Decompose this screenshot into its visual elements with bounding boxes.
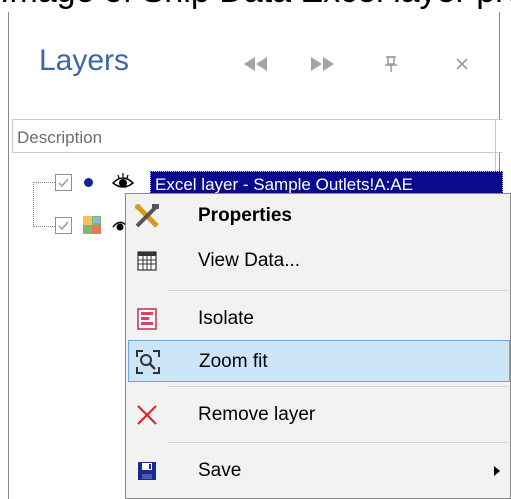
- fast-forward-button[interactable]: [307, 52, 337, 76]
- menu-item-zoom-fit[interactable]: Zoom fit: [128, 340, 510, 382]
- zoom-fit-icon: [135, 349, 161, 375]
- eye-icon[interactable]: [112, 216, 126, 236]
- description-column-label: Description: [17, 128, 103, 147]
- tree-connector: [33, 182, 55, 183]
- submenu-arrow-icon: [494, 466, 500, 476]
- menu-item-remove-layer[interactable]: Remove layer: [128, 394, 510, 436]
- layers-panel-header: Layers: [9, 12, 499, 112]
- layer-context-menu: Properties View Data... Isolate Zoom fit…: [125, 193, 511, 499]
- checkmark-icon: [58, 221, 69, 231]
- menu-item-view-data[interactable]: View Data...: [128, 240, 510, 282]
- rewind-icon: [244, 57, 267, 71]
- pin-button[interactable]: [379, 52, 403, 76]
- close-button[interactable]: [450, 52, 474, 76]
- isolate-icon: [134, 306, 160, 332]
- checkmark-icon: [58, 178, 69, 188]
- menu-separator: [168, 442, 508, 443]
- eye-icon[interactable]: [112, 172, 134, 192]
- map-layer-icon: [83, 216, 101, 234]
- menu-item-label: View Data...: [198, 250, 301, 271]
- close-icon: [456, 58, 468, 70]
- menu-item-label: Properties: [198, 205, 292, 226]
- clipped-caption-strip: Image of Ship Data Excel layer propertie…: [0, 0, 511, 12]
- description-column-header[interactable]: Description: [12, 119, 502, 153]
- menu-item-label: Zoom fit: [199, 351, 268, 372]
- table-icon: [134, 248, 160, 274]
- menu-item-properties[interactable]: Properties: [128, 195, 510, 237]
- menu-item-label: Save: [198, 460, 242, 481]
- pin-icon: [385, 56, 397, 72]
- menu-separator: [168, 386, 508, 387]
- layer-visibility-checkbox[interactable]: [55, 217, 72, 234]
- panel-title: Layers: [39, 44, 130, 77]
- clipped-caption-text: Image of Ship Data Excel layer propertie…: [0, 0, 511, 8]
- tools-icon: [134, 203, 160, 229]
- tree-connector: [33, 182, 34, 227]
- fast-forward-icon: [311, 57, 334, 71]
- layer-visibility-checkbox[interactable]: [55, 174, 72, 191]
- menu-item-label: Remove layer: [198, 404, 316, 425]
- rewind-button[interactable]: [241, 52, 271, 76]
- tree-connector: [33, 226, 55, 227]
- point-layer-icon: [84, 178, 93, 187]
- menu-item-save[interactable]: Save: [128, 450, 510, 492]
- menu-item-isolate[interactable]: Isolate: [128, 298, 510, 340]
- remove-icon: [134, 402, 160, 428]
- save-icon: [134, 458, 160, 484]
- menu-item-label: Isolate: [198, 308, 254, 329]
- menu-separator: [168, 290, 508, 291]
